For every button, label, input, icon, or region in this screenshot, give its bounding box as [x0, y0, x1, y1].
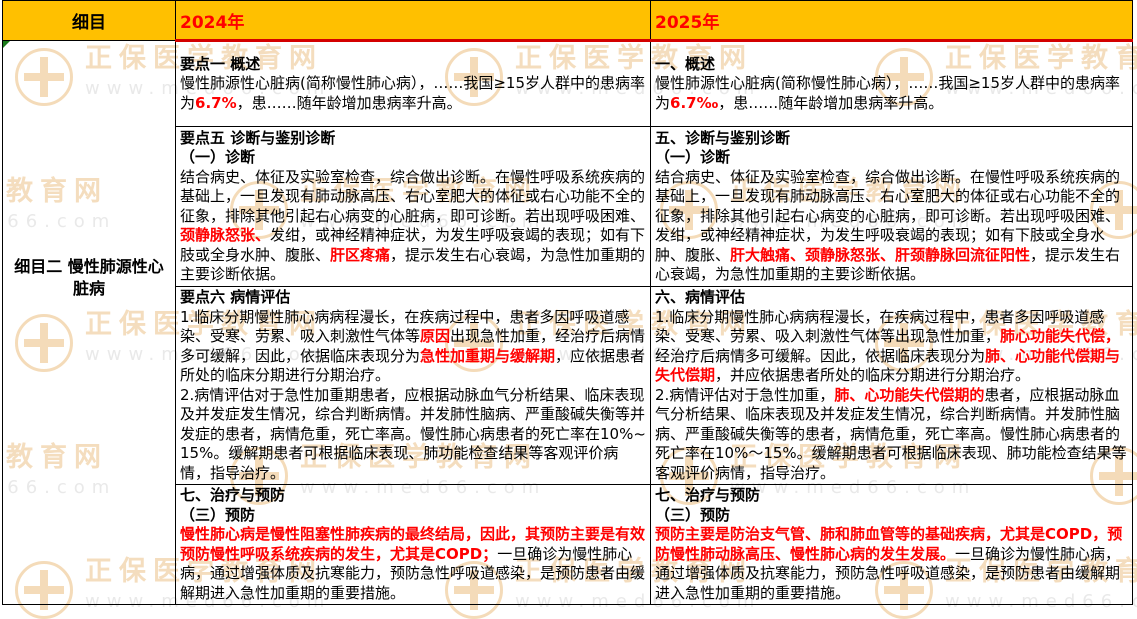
- paragraph: 要点六 病情评估: [180, 288, 646, 308]
- column-header-2025: 2025年: [651, 1, 1133, 41]
- detail-title: 细目二 慢性肺源性心脏病: [14, 257, 164, 298]
- cell-2025-overview: 一、概述慢性肺源性心脏病(简称慢性肺心病），……我国≥15岁人群中的患病率为6.…: [651, 41, 1133, 127]
- paragraph: 慢性肺心病是慢性阻塞性肺疾病的最终结局，因此，其预防主要是有效预防慢性呼吸系统疾…: [180, 525, 646, 603]
- cell-corner-flag-icon: [3, 41, 10, 48]
- paragraph: 要点一 概述: [180, 55, 646, 75]
- paragraph: 1.临床分期慢性肺心病病程漫长，在疾病过程中，患者多因呼吸道感染、受寒、劳累、吸…: [180, 308, 646, 386]
- cell-2024-diagnosis: 要点五 诊断与鉴别诊断（一）诊断结合病史、体征及实验室检查，综合做出诊断。在慢性…: [176, 127, 651, 287]
- paragraph: 六、病情评估: [655, 288, 1128, 308]
- paragraph: 五、诊断与鉴别诊断: [655, 129, 1128, 149]
- paragraph: 1.临床分期慢性肺心病病程漫长，在疾病过程中，患者多因呼吸道感染、受寒、劳累、吸…: [655, 308, 1128, 386]
- cell-2025-diagnosis: 五、诊断与鉴别诊断（一）诊断结合病史、体征及实验室检查，综合做出诊断。在慢性呼吸…: [651, 127, 1133, 287]
- paragraph: 结合病史、体征及实验室检查，综合做出诊断。在慢性呼吸系统疾病的基础上，一旦发现有…: [180, 168, 646, 285]
- paragraph: 慢性肺源性心脏病(简称慢性肺心病），……我国≥15岁人群中的患病率为6.7‰，患…: [655, 74, 1128, 113]
- table-header-row: 细目 2024年 2025年: [3, 1, 1133, 41]
- table-row: 细目二 慢性肺源性心脏病 要点一 概述慢性肺源性心脏病(简称慢性肺心病），……我…: [3, 41, 1133, 127]
- column-header-2024: 2024年: [176, 1, 651, 41]
- paragraph: 七、治疗与预防: [180, 486, 646, 506]
- cell-2025-prevention: 七、治疗与预防（三）预防预防主要是防治支气管、肺和肺血管等的基础疾病，尤其是CO…: [651, 485, 1133, 605]
- paragraph: （三）预防: [180, 506, 646, 526]
- paragraph: （三）预防: [655, 506, 1128, 526]
- column-header-detail: 细目: [3, 1, 176, 41]
- paragraph: 2.病情评估对于急性加重，肺、心功能失代偿期的患者，应根据动脉血气分析结果、临床…: [655, 386, 1128, 484]
- paragraph: 慢性肺源性心脏病(简称慢性肺心病），……我国≥15岁人群中的患病率为6.7%，患…: [180, 74, 646, 113]
- detail-title-cell: 细目二 慢性肺源性心脏病: [3, 41, 176, 605]
- paragraph: 结合病史、体征及实验室检查，综合做出诊断。在慢性呼吸系统疾病的基础上，一旦发现有…: [655, 168, 1128, 285]
- paragraph: 预防主要是防治支气管、肺和肺血管等的基础疾病，尤其是COPD，预防慢性肺动脉高压…: [655, 525, 1128, 603]
- cell-2025-assessment: 六、病情评估1.临床分期慢性肺心病病程漫长，在疾病过程中，患者多因呼吸道感染、受…: [651, 287, 1133, 485]
- paragraph: （一）诊断: [655, 148, 1128, 168]
- paragraph: 2.病情评估对于急性加重期患者，应根据动脉血气分析结果、临床表现及并发症发生情况…: [180, 386, 646, 484]
- paragraph: 七、治疗与预防: [655, 486, 1128, 506]
- cell-2024-overview: 要点一 概述慢性肺源性心脏病(简称慢性肺心病），……我国≥15岁人群中的患病率为…: [176, 41, 651, 127]
- paragraph: 一、概述: [655, 55, 1128, 75]
- cell-2024-prevention: 七、治疗与预防（三）预防慢性肺心病是慢性阻塞性肺疾病的最终结局，因此，其预防主要…: [176, 485, 651, 605]
- paragraph: 要点五 诊断与鉴别诊断: [180, 129, 646, 149]
- comparison-table: 细目 2024年 2025年 细目二 慢性肺源性心脏病 要点一 概述慢性肺源性心…: [2, 0, 1133, 605]
- cell-2024-assessment: 要点六 病情评估1.临床分期慢性肺心病病程漫长，在疾病过程中，患者多因呼吸道感染…: [176, 287, 651, 485]
- paragraph: （一）诊断: [180, 148, 646, 168]
